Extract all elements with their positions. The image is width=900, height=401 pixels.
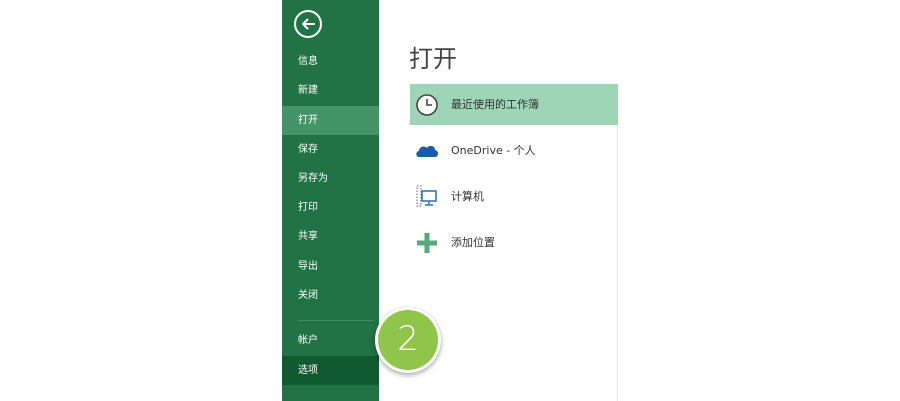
location-recent-workbooks[interactable]: 最近使用的工作簿 bbox=[410, 84, 618, 125]
location-onedrive[interactable]: OneDrive - 个人 bbox=[410, 130, 618, 171]
back-button[interactable] bbox=[294, 10, 322, 38]
back-arrow-icon bbox=[302, 18, 315, 30]
location-add-place[interactable]: 添加位置 bbox=[410, 222, 618, 263]
clock-icon bbox=[416, 94, 438, 116]
nav-item-export[interactable]: 导出 bbox=[282, 252, 379, 281]
nav-item-print[interactable]: 打印 bbox=[282, 193, 379, 222]
open-location-list: 最近使用的工作簿 OneDrive - 个人 计算机 添加位置 bbox=[410, 84, 618, 268]
nav-item-save-as[interactable]: 另存为 bbox=[282, 164, 379, 193]
location-label: 添加位置 bbox=[451, 236, 495, 249]
location-label: OneDrive - 个人 bbox=[451, 144, 536, 157]
location-label: 最近使用的工作簿 bbox=[451, 98, 539, 111]
sidebar-divider bbox=[298, 320, 374, 321]
nav-item-info[interactable]: 信息 bbox=[282, 47, 379, 76]
plus-icon bbox=[417, 233, 437, 253]
computer-icon bbox=[416, 185, 437, 207]
nav-item-account[interactable]: 帐户 bbox=[282, 326, 379, 355]
location-computer[interactable]: 计算机 bbox=[410, 176, 618, 217]
nav-item-share[interactable]: 共享 bbox=[282, 222, 379, 251]
page-title: 打开 bbox=[409, 45, 457, 73]
nav-item-save[interactable]: 保存 bbox=[282, 135, 379, 164]
step-number-badge: 2 bbox=[375, 307, 441, 373]
location-label: 计算机 bbox=[451, 190, 484, 203]
nav-item-open[interactable]: 打开 bbox=[282, 106, 379, 135]
nav-item-options[interactable]: 选项 bbox=[282, 356, 379, 385]
cloud-icon bbox=[416, 145, 438, 157]
nav-item-close[interactable]: 关闭 bbox=[282, 281, 379, 310]
backstage-sidebar: 信息 新建 打开 保存 另存为 打印 共享 导出 关闭 帐户 选项 bbox=[282, 0, 379, 401]
nav-item-new[interactable]: 新建 bbox=[282, 76, 379, 105]
